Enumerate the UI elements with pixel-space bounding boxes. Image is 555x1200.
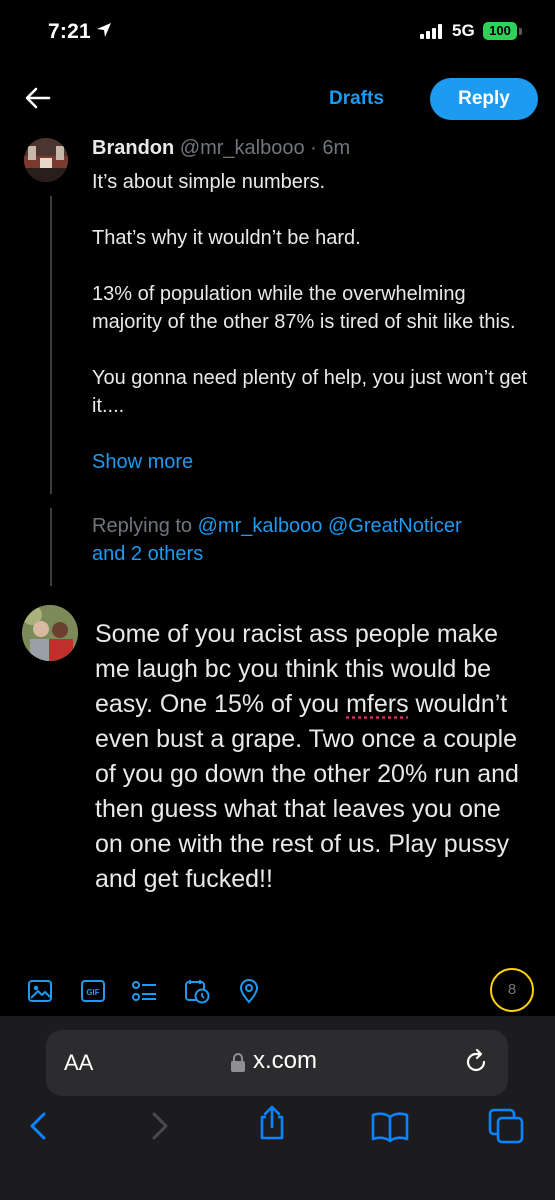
svg-text:GIF: GIF: [86, 988, 99, 997]
author-avatar[interactable]: [24, 138, 68, 182]
image-icon[interactable]: [27, 978, 53, 1004]
aa-label: AA: [64, 1050, 94, 1075]
user-avatar[interactable]: [22, 605, 78, 661]
reload-icon[interactable]: [462, 1048, 490, 1076]
character-counter: 8: [490, 968, 534, 1012]
tweet-text: It’s about simple numbers. That’s why it…: [92, 171, 528, 417]
replying-mentions[interactable]: @mr_kalbooo @GreatNoticer: [198, 515, 462, 537]
status-time: 7:21: [48, 20, 91, 43]
location-arrow-icon: [97, 23, 111, 37]
signal-icon: [420, 24, 442, 39]
replying-to: Replying to @mr_kalbooo @GreatNoticer an…: [92, 512, 532, 568]
drafts-button[interactable]: Drafts: [329, 88, 384, 110]
poll-icon[interactable]: [131, 978, 157, 1004]
show-more-link[interactable]: Show more: [92, 451, 193, 474]
thread-line: [50, 508, 52, 586]
compose-text-part: wouldn’t even bust a grape. Two once a c…: [95, 690, 519, 893]
compose-textarea[interactable]: Some of you racist ass people make me la…: [95, 617, 535, 897]
author-meta: @mr_kalbooo · 6m: [179, 137, 351, 159]
battery-icon: 100: [483, 22, 517, 40]
author-name[interactable]: Brandon: [92, 137, 174, 159]
lock-icon: [231, 1053, 245, 1072]
tweet-author: Brandon @mr_kalbooo · 6m: [92, 137, 350, 160]
location-icon[interactable]: [236, 978, 262, 1004]
network-type: 5G: [452, 21, 475, 40]
misspelled-word: mfers: [346, 690, 409, 718]
gif-icon[interactable]: GIF: [80, 978, 106, 1004]
replying-prefix: Replying to: [92, 515, 193, 537]
url-text[interactable]: x.com: [253, 1047, 317, 1075]
battery-tip: [519, 28, 522, 35]
back-icon[interactable]: [22, 1108, 58, 1144]
tabs-icon[interactable]: [488, 1108, 524, 1144]
schedule-icon[interactable]: [184, 978, 210, 1004]
thread-line: [50, 196, 52, 494]
bookmarks-icon[interactable]: [370, 1108, 410, 1144]
reader-settings-button[interactable]: AA: [64, 1050, 93, 1076]
reply-button[interactable]: Reply: [430, 78, 538, 120]
share-icon[interactable]: [254, 1104, 290, 1140]
back-arrow-icon[interactable]: [24, 84, 52, 112]
replying-others[interactable]: and 2 others: [92, 543, 203, 565]
forward-icon[interactable]: [140, 1108, 176, 1144]
